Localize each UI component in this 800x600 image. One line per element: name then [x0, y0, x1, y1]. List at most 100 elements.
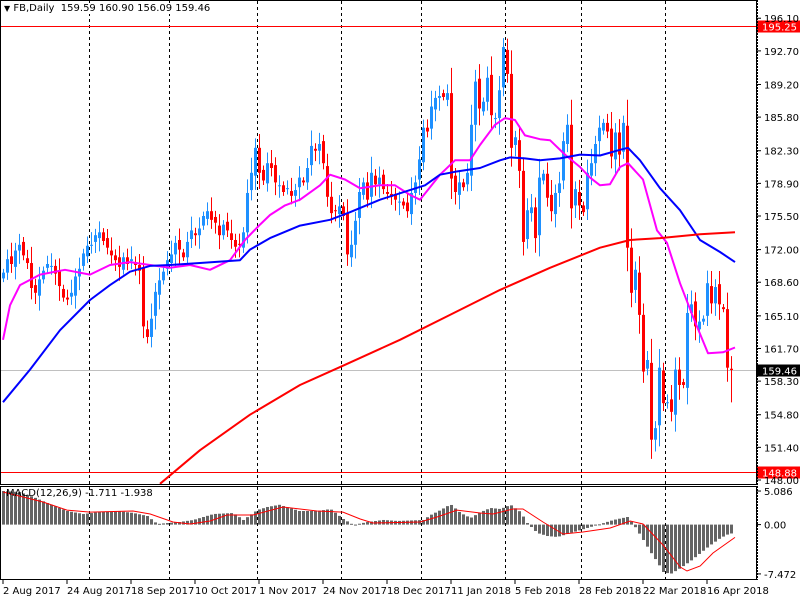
- bull-candle-body: [286, 188, 289, 190]
- bull-candle-body: [714, 287, 717, 304]
- bear-candle-body: [462, 182, 465, 188]
- macd-histogram-bar: [42, 501, 45, 525]
- candle: [726, 292, 729, 382]
- bear-candle-body: [330, 196, 333, 214]
- bear-candle-body: [102, 232, 105, 241]
- bull-candle-body: [562, 141, 565, 181]
- bull-candle-body: [686, 312, 689, 388]
- bull-candle-body: [446, 93, 449, 100]
- macd-histogram-bar: [702, 524, 705, 551]
- candle: [518, 125, 521, 188]
- macd-histogram-bar: [586, 524, 589, 528]
- time-axis[interactable]: 2 Aug 2017 24 Aug 2017 18 Sep 2017 10 Oct 2…: [2, 580, 769, 597]
- bull-candle-body: [486, 77, 489, 102]
- macd-histogram-bar: [290, 508, 293, 525]
- macd-histogram-bar: [334, 512, 337, 525]
- bear-candle-body: [114, 255, 117, 261]
- bull-candle-body: [622, 122, 625, 152]
- macd-histogram-bar: [210, 514, 213, 525]
- macd-histogram-bar: [302, 511, 305, 525]
- candle: [558, 171, 561, 207]
- candle: [478, 64, 481, 126]
- macd-histogram-bar: [614, 519, 617, 525]
- bull-candle-body: [538, 177, 541, 236]
- bull-candle-body: [130, 259, 133, 262]
- candle: [682, 378, 685, 389]
- candle: [490, 56, 493, 129]
- symbol-menu-arrow-icon[interactable]: ▼: [4, 4, 10, 13]
- macd-histogram-bar: [34, 497, 37, 525]
- macd-histogram-bar: [578, 524, 581, 531]
- bull-candle-body: [18, 244, 21, 251]
- price-axis[interactable]: 195.25148.88159.46196.10192.70189.20185.…: [757, 0, 800, 581]
- bear-candle-body: [406, 202, 409, 212]
- macd-histogram-bar: [358, 523, 361, 525]
- macd-histogram-bar: [458, 511, 461, 525]
- macd-histogram-bar: [570, 524, 573, 533]
- bear-candle-body: [106, 238, 109, 248]
- candle: [298, 166, 301, 202]
- macd-histogram-bar: [218, 513, 221, 525]
- macd-histogram-bar: [262, 508, 265, 525]
- bear-candle-body: [626, 125, 629, 248]
- candle: [310, 130, 313, 176]
- macd-histogram-bar: [430, 514, 433, 525]
- bull-candle-body: [318, 144, 321, 151]
- macd-histogram-bar: [630, 521, 633, 525]
- macd-histogram-bar: [698, 524, 701, 554]
- bear-candle-body: [226, 221, 229, 231]
- bull-candle-body: [658, 367, 661, 426]
- candle: [262, 165, 265, 185]
- macd-histogram-bar: [490, 508, 493, 525]
- bear-candle-body: [110, 250, 113, 256]
- bear-candle-body: [490, 74, 493, 116]
- macd-histogram-bar: [50, 504, 53, 525]
- candle: [2, 268, 5, 283]
- candle: [246, 179, 249, 244]
- candle: [186, 231, 189, 265]
- macd-histogram-bar: [686, 524, 689, 564]
- candle: [34, 278, 37, 305]
- bull-candle-body: [542, 173, 545, 181]
- bull-candle-body: [590, 163, 593, 176]
- bull-candle-body: [202, 216, 205, 226]
- candle: [158, 268, 161, 310]
- macd-histogram-bar: [542, 524, 545, 535]
- macd-histogram-bar: [426, 517, 429, 525]
- candle: [410, 177, 413, 225]
- date-tick-label: 24 Aug 2017: [67, 586, 131, 597]
- macd-histogram-bar: [122, 511, 125, 525]
- macd-histogram-bar: [354, 524, 357, 526]
- bear-candle-body: [578, 192, 581, 206]
- bear-candle-body: [718, 284, 721, 305]
- macd-histogram-bar: [642, 524, 645, 540]
- macd-histogram-bar: [98, 512, 101, 525]
- price-chart[interactable]: 195.25148.88159.46196.10192.70189.20185.…: [0, 0, 800, 600]
- candle: [562, 132, 565, 190]
- bull-candle-body: [338, 206, 341, 215]
- candle: [710, 271, 713, 314]
- candle: [90, 232, 93, 254]
- bull-candle-body: [398, 201, 401, 203]
- price-lines: [1, 26, 757, 473]
- bull-candle-body: [558, 183, 561, 193]
- bear-candle-body: [630, 247, 633, 293]
- macd-histogram-bar: [254, 511, 257, 525]
- macd-histogram-bar: [446, 506, 449, 525]
- macd-histogram-bar: [710, 524, 713, 545]
- date-tick-label: 24 Nov 2017: [323, 586, 387, 597]
- macd-histogram-bar: [266, 506, 269, 525]
- macd-histogram-bar: [346, 521, 349, 525]
- macd-histogram-bar: [694, 524, 697, 558]
- bull-candle-body: [50, 265, 53, 267]
- bull-candle-body: [294, 190, 297, 196]
- bear-candle-body: [454, 175, 457, 192]
- macd-histogram-bar: [74, 512, 77, 525]
- bull-candle-body: [86, 245, 89, 257]
- candle: [38, 266, 41, 311]
- candle: [82, 248, 85, 271]
- candle: [378, 166, 381, 198]
- bear-candle-body: [290, 191, 293, 196]
- candle: [706, 270, 709, 327]
- candle: [542, 169, 545, 185]
